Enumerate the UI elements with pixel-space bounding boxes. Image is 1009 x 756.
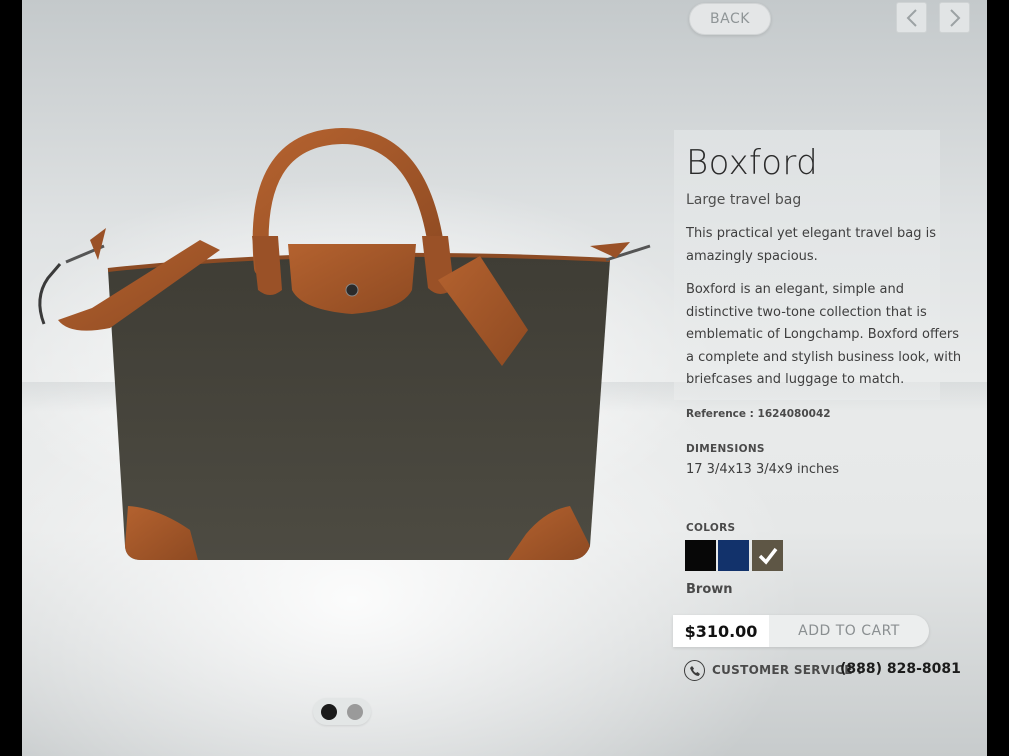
selected-color-name: Brown [686, 582, 733, 597]
color-swatch-navy[interactable] [718, 540, 749, 571]
phone-icon [684, 660, 705, 681]
product-image[interactable] [30, 128, 662, 568]
colors-label: COLORS [686, 522, 736, 534]
pager-dot-inactive[interactable] [347, 704, 363, 720]
product-subtitle: Large travel bag [686, 192, 802, 208]
previous-product-button[interactable] [896, 2, 927, 33]
next-product-button[interactable] [939, 2, 970, 33]
dimensions-label: DIMENSIONS [686, 443, 765, 455]
pager-dot-active[interactable] [321, 704, 337, 720]
product-title: Boxford [686, 143, 818, 183]
product-description-long: Boxford is an elegant, simple and distin… [686, 282, 962, 387]
add-to-cart-button[interactable]: ADD TO CART [770, 615, 928, 647]
customer-service-phone[interactable]: (888) 828-8081 [840, 661, 961, 677]
color-swatch-black[interactable] [685, 540, 716, 571]
product-reference: Reference : 1624080042 [686, 408, 831, 420]
chevron-left-icon [906, 8, 917, 27]
chevron-right-icon [949, 8, 960, 27]
product-description-short: This practical yet elegant travel bag is… [686, 226, 937, 264]
checkmark-icon [758, 547, 777, 565]
product-price: $310.00 [673, 615, 769, 647]
product-page: BACK Boxford Large travel bag This pract… [22, 0, 987, 756]
color-swatch-brown[interactable] [752, 540, 783, 571]
back-button[interactable]: BACK [689, 3, 771, 35]
dimensions-value: 17 3/4x13 3/4x9 inches [686, 462, 839, 477]
